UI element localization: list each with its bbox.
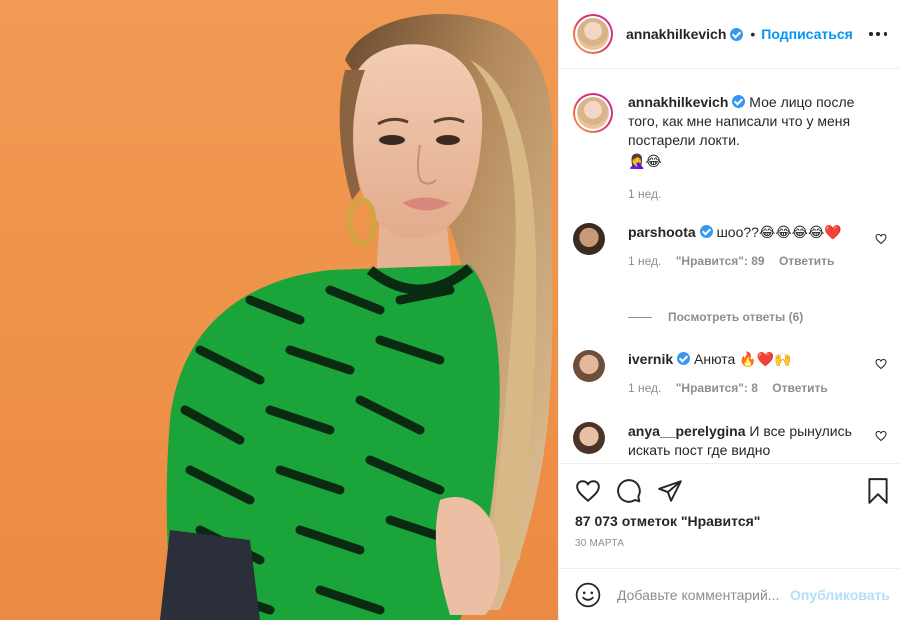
verified-badge-icon <box>699 225 713 238</box>
post-header: annakhilkevich • Подписаться <box>559 0 900 69</box>
bookmark-icon[interactable] <box>865 477 891 505</box>
comments-list[interactable]: annakhilkevich Мое лицо после того, как … <box>559 70 900 462</box>
verified-badge-icon <box>730 27 744 41</box>
comment-like-heart-icon[interactable] <box>875 430 887 442</box>
comment-text: Анюта 🔥❤️🙌 <box>694 351 792 367</box>
comment-like-heart-icon[interactable] <box>875 358 887 370</box>
commenter-avatar[interactable] <box>573 223 605 255</box>
view-replies-line <box>628 316 652 318</box>
comment-time[interactable]: 1 нед. <box>628 381 661 395</box>
post-details-panel: annakhilkevich • Подписаться annakhilkev… <box>558 0 900 620</box>
comment-meta: 1 нед. "Нравится": 89 Ответить <box>628 254 887 268</box>
view-replies-label: Посмотреть ответы (6) <box>668 310 804 324</box>
comment-input[interactable] <box>617 586 787 603</box>
caption-avatar[interactable] <box>573 93 613 133</box>
commenter-avatar[interactable] <box>573 350 605 382</box>
more-options-icon[interactable] <box>869 24 887 44</box>
post-photo-illustration <box>160 13 553 620</box>
caption-emoji: 🤦‍♀️😂 <box>628 153 662 169</box>
view-replies-button[interactable]: Посмотреть ответы (6) <box>628 310 803 324</box>
caption-avatar-picture <box>577 97 609 129</box>
comment-username[interactable]: ivernik <box>628 351 673 367</box>
post-date[interactable]: 30 МАРТА <box>575 538 624 549</box>
comment-likes[interactable]: "Нравится": 89 <box>676 254 765 268</box>
caption-time[interactable]: 1 нед. <box>628 187 661 201</box>
comment-likes[interactable]: "Нравится": 8 <box>676 381 758 395</box>
reply-button[interactable]: Ответить <box>772 381 827 395</box>
more-dot <box>883 32 887 36</box>
heart-icon[interactable] <box>575 478 601 504</box>
caption-body: annakhilkevich Мое лицо после того, как … <box>628 93 868 171</box>
add-comment-bar: Опубликовать <box>559 568 900 620</box>
comment-item: ivernik Анюта 🔥❤️🙌 1 нед. "Нравится": 8 … <box>573 350 887 395</box>
smile-icon[interactable] <box>575 582 601 608</box>
post-photo[interactable] <box>0 0 558 620</box>
header-separator: • <box>750 26 756 42</box>
verified-badge-icon <box>677 352 691 365</box>
comment-icon[interactable] <box>616 478 642 504</box>
reply-button[interactable]: Ответить <box>779 254 834 268</box>
comment-text: шоо??😂😂😂😂❤️ <box>716 224 842 240</box>
caption: annakhilkevich Мое лицо после того, как … <box>573 93 887 201</box>
comment-item: anya__perelygina И все рынулись искать п… <box>573 422 887 460</box>
caption-username[interactable]: annakhilkevich <box>628 94 728 110</box>
comment-time[interactable]: 1 нед. <box>628 254 661 268</box>
more-dot <box>876 32 880 36</box>
commenter-avatar[interactable] <box>573 422 605 454</box>
follow-button[interactable]: Подписаться <box>761 26 853 42</box>
likes-count[interactable]: 87 073 отметок "Нравится" <box>575 513 760 529</box>
verified-badge-icon <box>732 95 746 108</box>
caption-avatar-inner <box>575 95 611 131</box>
author-avatar[interactable] <box>573 14 613 54</box>
comment-meta: 1 нед. "Нравится": 8 Ответить <box>628 381 887 395</box>
comment-username[interactable]: parshoota <box>628 224 696 240</box>
comment-body: ivernik Анюта 🔥❤️🙌 <box>628 350 868 369</box>
post-actions: 87 073 отметок "Нравится" 30 МАРТА Опубл… <box>559 463 900 619</box>
comment-body: anya__perelygina И все рынулись искать п… <box>628 422 868 460</box>
caption-meta: 1 нед. <box>628 187 887 201</box>
action-icons <box>575 478 698 504</box>
author-avatar-picture <box>577 18 609 50</box>
comment-like-heart-icon[interactable] <box>875 233 887 245</box>
more-dot <box>869 32 873 36</box>
comment-body: parshoota шоо??😂😂😂😂❤️ <box>628 223 868 242</box>
publish-button[interactable]: Опубликовать <box>790 587 890 603</box>
comment-username[interactable]: anya__perelygina <box>628 423 746 439</box>
comment-item: parshoota шоо??😂😂😂😂❤️ 1 нед. "Нравится":… <box>573 223 887 268</box>
send-icon[interactable] <box>657 478 683 504</box>
author-avatar-inner <box>575 16 611 52</box>
author-username[interactable]: annakhilkevich <box>626 26 726 42</box>
